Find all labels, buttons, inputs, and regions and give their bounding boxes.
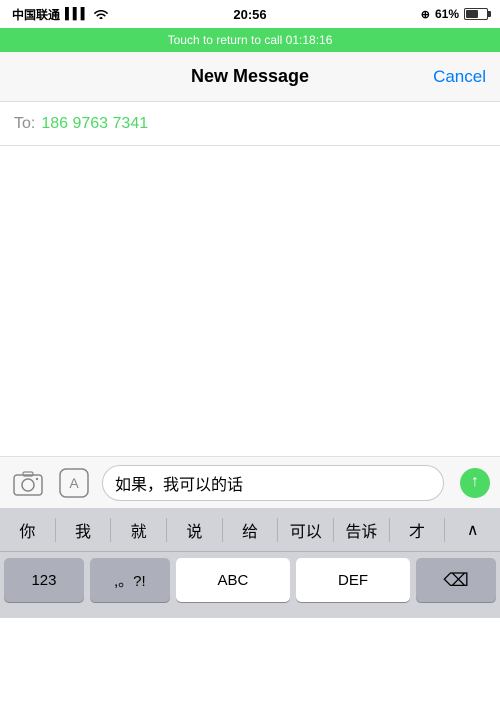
svg-text:A: A (69, 475, 79, 491)
keyboard: 123 ,。?! ABC DEF ⌫ (0, 552, 500, 618)
send-button[interactable]: ↑ (460, 468, 490, 498)
appstore-button[interactable]: A (56, 465, 92, 501)
predictive-word-8[interactable]: 才 (390, 518, 445, 542)
to-value: 186 9763 7341 (41, 115, 148, 133)
predictive-word-5[interactable]: 给 (223, 518, 278, 542)
send-arrow-icon: ↑ (471, 474, 479, 490)
signal-icon: ▌▌▌ (65, 8, 88, 20)
predictive-word-1[interactable]: 你 (0, 518, 55, 542)
message-input-wrapper[interactable]: 如果，我可以的话 (102, 465, 444, 501)
key-123[interactable]: 123 (4, 558, 84, 602)
message-toolbar: A 如果，我可以的话 ↑ (0, 456, 500, 508)
key-def-label: DEF (338, 572, 368, 589)
nav-bar: New Message Cancel (0, 52, 500, 102)
predictive-bar: 你 我 就 说 给 可以 告诉 才 ∧ (0, 508, 500, 552)
key-delete[interactable]: ⌫ (416, 558, 496, 602)
key-punct-label: ,。?! (114, 570, 146, 591)
predictive-word-expand[interactable]: ∧ (445, 520, 500, 540)
status-left: 中国联通 ▌▌▌ (12, 6, 109, 23)
wifi-icon (93, 7, 109, 22)
keyboard-bottom-spacer (0, 610, 500, 618)
carrier-label: 中国联通 (12, 6, 60, 23)
battery-percent: 61% (435, 7, 459, 21)
return-call-text: Touch to return to call 01:18:16 (168, 33, 333, 47)
key-abc-label: ABC (217, 572, 248, 589)
delete-icon: ⌫ (443, 570, 468, 591)
to-label: To: (14, 115, 35, 133)
key-123-label: 123 (31, 572, 56, 589)
key-def[interactable]: DEF (296, 558, 410, 602)
keyboard-row-1: 123 ,。?! ABC DEF ⌫ (0, 552, 500, 610)
message-input[interactable]: 如果，我可以的话 (115, 471, 431, 495)
return-call-banner[interactable]: Touch to return to call 01:18:16 (0, 28, 500, 52)
status-right: ⊕ 61% (421, 7, 488, 21)
camera-button[interactable] (10, 465, 46, 501)
key-abc[interactable]: ABC (176, 558, 290, 602)
status-time: 20:56 (233, 7, 266, 22)
to-field[interactable]: To: 186 9763 7341 (0, 102, 500, 146)
message-area[interactable] (0, 146, 500, 456)
predictive-word-4[interactable]: 说 (167, 518, 222, 542)
predictive-word-3[interactable]: 就 (111, 518, 166, 542)
battery-icon (464, 8, 488, 20)
predictive-word-6[interactable]: 可以 (278, 518, 333, 542)
predictive-word-7[interactable]: 告诉 (334, 518, 389, 542)
cancel-button[interactable]: Cancel (433, 67, 486, 87)
predictive-word-2[interactable]: 我 (56, 518, 111, 542)
key-punct[interactable]: ,。?! (90, 558, 170, 602)
status-bar: 中国联通 ▌▌▌ 20:56 ⊕ 61% (0, 0, 500, 28)
location-icon: ⊕ (421, 8, 430, 21)
nav-title: New Message (191, 66, 309, 87)
